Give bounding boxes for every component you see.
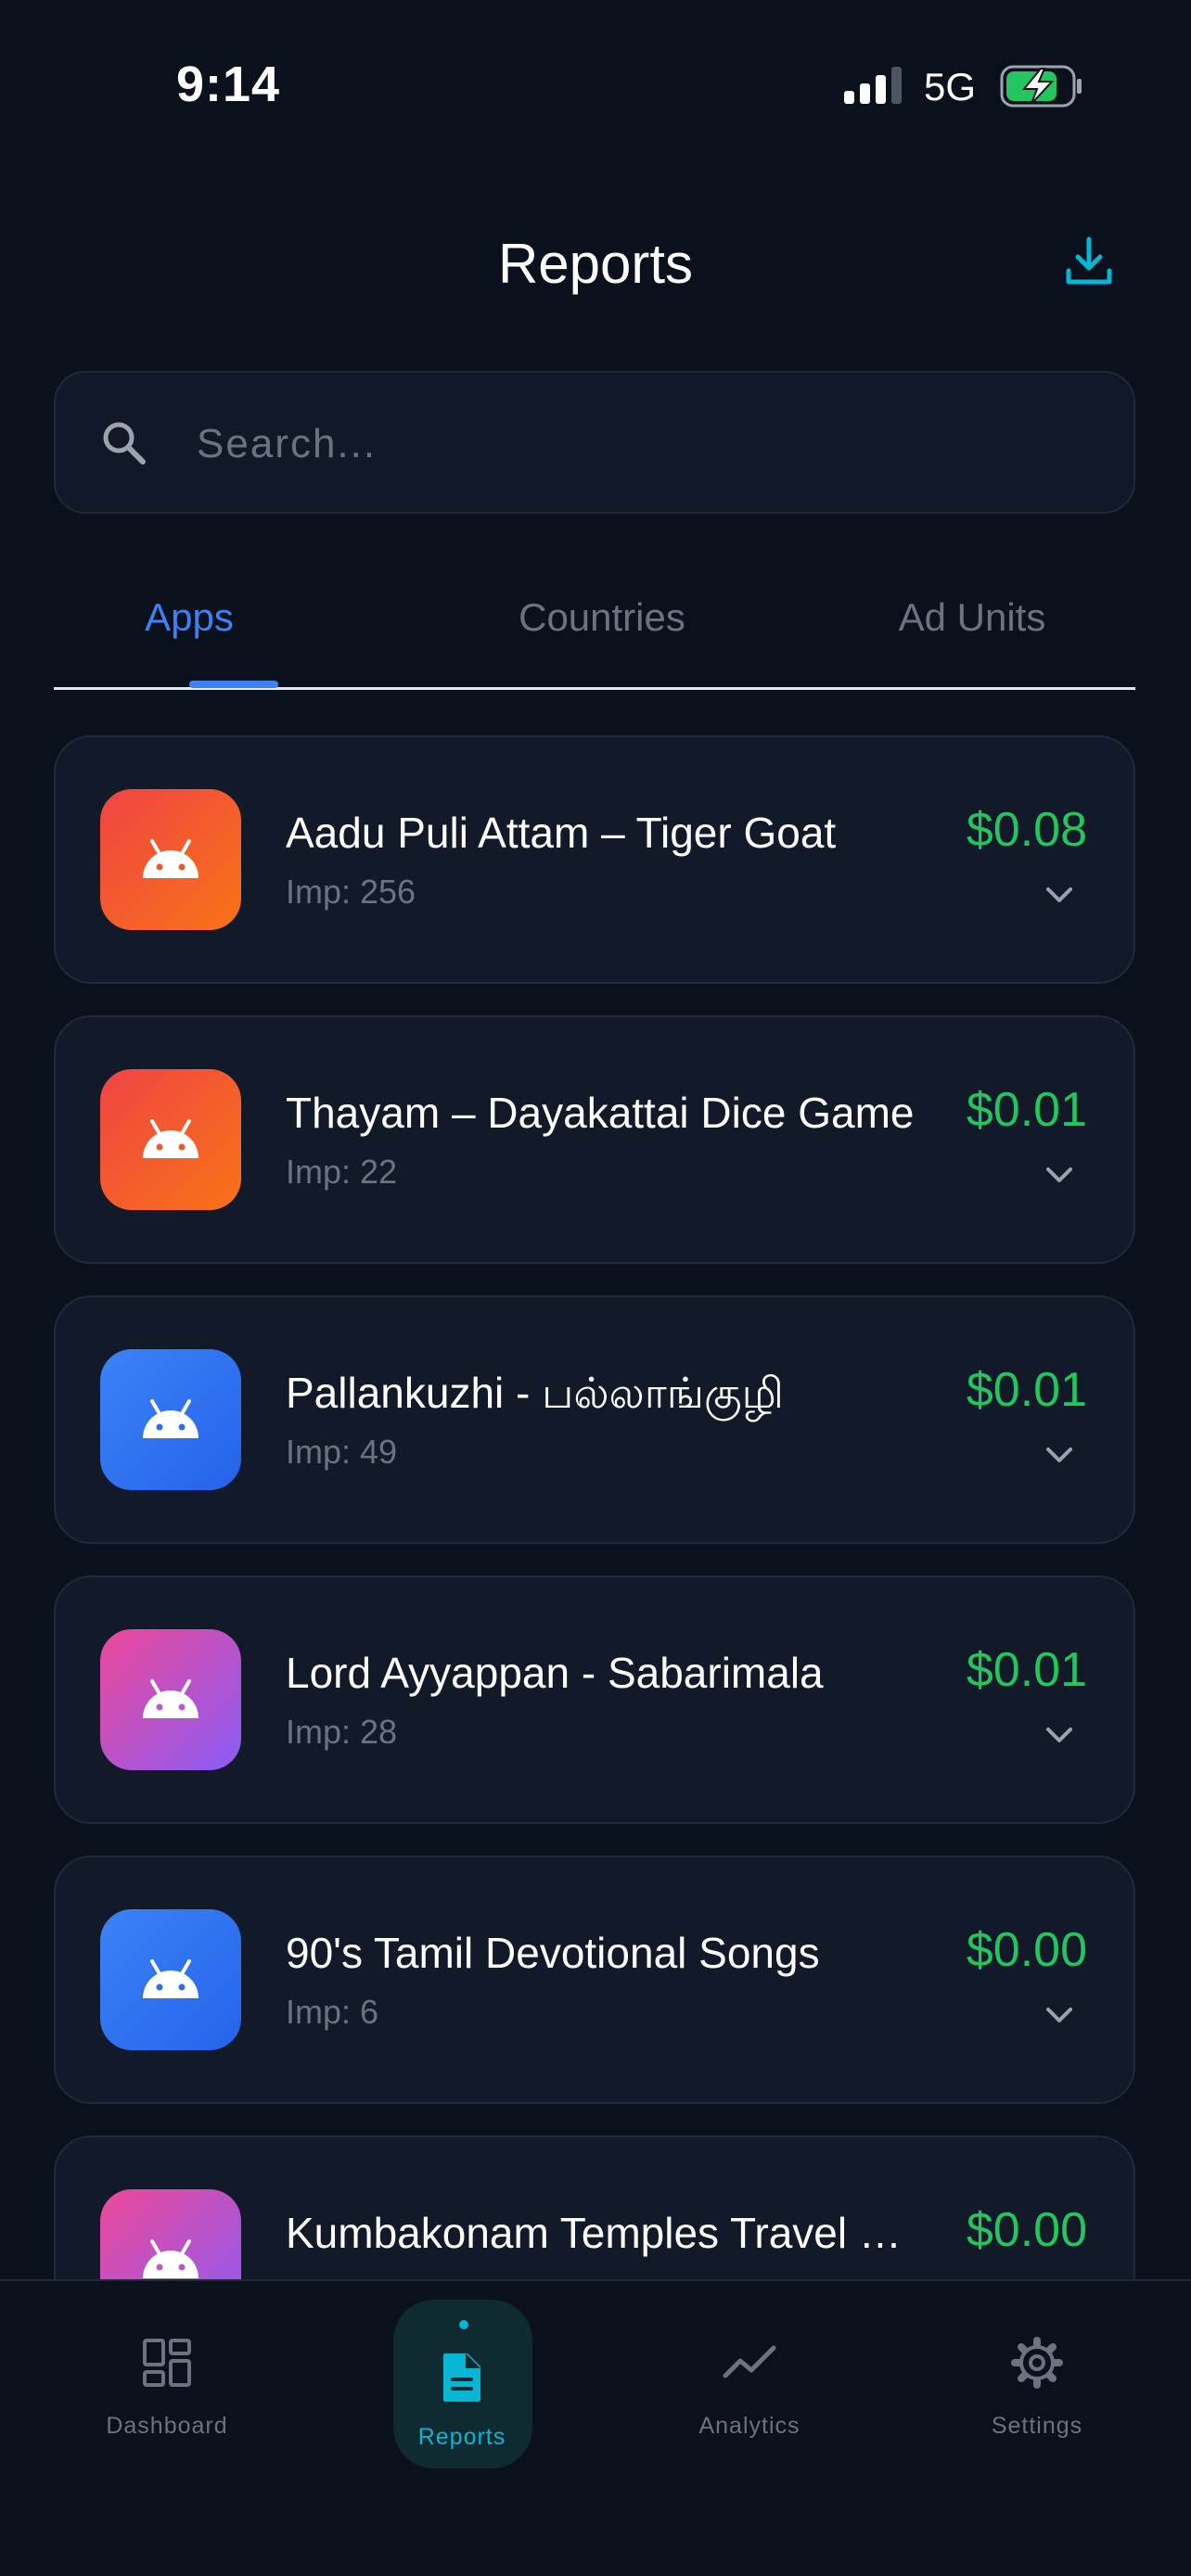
gear-icon: [1011, 2337, 1063, 2389]
battery-charging-icon: [1000, 65, 1082, 108]
download-icon[interactable]: [1061, 234, 1117, 289]
app-revenue: $0.01: [966, 1083, 1087, 1137]
list-item[interactable]: Thayam – Dayakattai Dice Game Imp: 22 $0…: [54, 1015, 1135, 1264]
android-icon: [143, 1399, 198, 1438]
app-revenue: $0.01: [966, 1643, 1087, 1697]
network-type: 5G: [924, 65, 977, 108]
app-revenue: $0.08: [966, 803, 1087, 857]
reports-screen: 9:14 5G Reports Apps: [0, 0, 1191, 2576]
status-time: 9:14: [176, 57, 281, 112]
search-box: [54, 371, 1135, 514]
chevron-down-icon[interactable]: [1041, 1436, 1078, 1473]
tab-apps[interactable]: Apps: [115, 595, 263, 640]
nav-reports[interactable]: Reports: [351, 2281, 573, 2485]
app-impressions: Imp: 256: [286, 873, 416, 911]
app-revenue: $0.01: [966, 1363, 1087, 1417]
app-name: Aadu Puli Attam – Tiger Goat: [286, 809, 837, 857]
nav-label: Settings: [991, 2413, 1083, 2439]
active-tab-indicator: [189, 681, 278, 688]
app-icon: [100, 1909, 241, 2050]
android-icon: [143, 1679, 198, 1718]
app-name: Thayam – Dayakattai Dice Game: [286, 1089, 915, 1137]
chevron-down-icon[interactable]: [1041, 1996, 1078, 2034]
android-icon: [143, 1959, 198, 1998]
app-impressions: Imp: 28: [286, 1713, 398, 1751]
app-icon: [100, 1349, 241, 1490]
app-revenue: $0.00: [966, 1923, 1087, 1977]
app-revenue: $0.00: [966, 2203, 1087, 2257]
document-icon: [443, 2353, 480, 2402]
app-name: Kumbakonam Temples Travel Guide: [286, 2209, 926, 2257]
trend-line-icon: [723, 2345, 776, 2378]
app-impressions: Imp: 6: [286, 1993, 379, 2031]
list-item[interactable]: 90's Tamil Devotional Songs Imp: 6 $0.00: [54, 1855, 1135, 2104]
list-item[interactable]: Aadu Puli Attam – Tiger Goat Imp: 256 $0…: [54, 735, 1135, 984]
nav-label: Reports: [417, 2424, 506, 2450]
list-item[interactable]: Pallankuzhi - பல்லாங்குழி Imp: 49 $0.01: [54, 1295, 1135, 1544]
nav-label: Analytics: [698, 2413, 800, 2439]
app-icon: [100, 1629, 241, 1770]
dashboard-icon: [143, 2339, 191, 2387]
nav-label: Dashboard: [106, 2413, 228, 2439]
tab-countries[interactable]: Countries: [467, 595, 736, 640]
status-bar: 9:14 5G: [0, 0, 1191, 176]
search-input[interactable]: [197, 404, 1087, 484]
tab-ad-units[interactable]: Ad Units: [852, 595, 1093, 640]
app-icon: [100, 1069, 241, 1210]
android-icon: [143, 839, 198, 878]
app-name: Lord Ayyappan - Sabarimala: [286, 1649, 824, 1697]
tab-bar: Apps Countries Ad Units: [54, 575, 1135, 690]
chevron-down-icon[interactable]: [1041, 1156, 1078, 1193]
search-icon: [103, 422, 146, 465]
page-title: Reports: [497, 233, 694, 295]
chevron-down-icon[interactable]: [1041, 1716, 1078, 1753]
app-impressions: Imp: 49: [286, 1433, 398, 1471]
android-icon: [143, 2239, 198, 2278]
nav-dashboard[interactable]: Dashboard: [56, 2281, 278, 2485]
app-name: 90's Tamil Devotional Songs: [286, 1929, 820, 1977]
list-item[interactable]: Lord Ayyappan - Sabarimala Imp: 28 $0.01: [54, 1575, 1135, 1824]
chevron-down-icon[interactable]: [1041, 876, 1078, 913]
bottom-nav: Dashboard Reports Analytics Settings: [0, 2279, 1191, 2576]
app-list: Aadu Puli Attam – Tiger Goat Imp: 256 $0…: [54, 735, 1135, 2416]
app-name: Pallankuzhi - பல்லாங்குழி: [286, 1369, 784, 1417]
app-impressions: Imp: 22: [286, 1153, 398, 1191]
nav-settings[interactable]: Settings: [926, 2281, 1148, 2485]
android-icon: [143, 1119, 198, 1158]
nav-analytics[interactable]: Analytics: [638, 2281, 861, 2485]
header: Reports: [0, 213, 1191, 315]
app-icon: [100, 789, 241, 930]
signal-icon: [844, 67, 902, 104]
